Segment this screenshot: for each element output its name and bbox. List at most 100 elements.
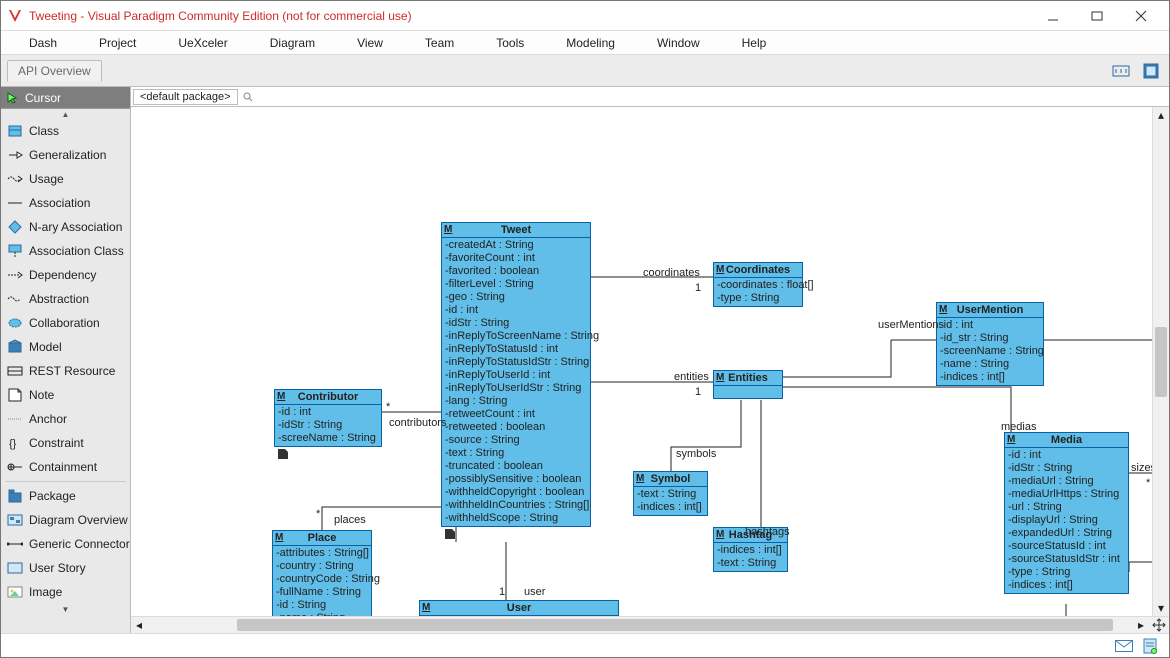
- palette-association[interactable]: Association: [1, 191, 130, 215]
- palette-image[interactable]: Image: [1, 580, 130, 604]
- vertical-scrollbar[interactable]: ▴ ▾: [1152, 107, 1169, 616]
- palette-anchor[interactable]: Anchor: [1, 407, 130, 431]
- maximize-button[interactable]: [1075, 2, 1119, 30]
- palette-rest-resource[interactable]: REST Resource: [1, 359, 130, 383]
- scroll-left-icon[interactable]: ◂: [131, 617, 147, 633]
- association-label: userMentions: [878, 319, 944, 331]
- class-user[interactable]: MUser-contributorsEnabled : boolean-crea…: [419, 600, 619, 616]
- class-entities[interactable]: MEntities: [713, 370, 783, 399]
- diagram-canvas[interactable]: MTweet-createdAt : String-favoriteCount …: [131, 107, 1152, 616]
- palette-containment[interactable]: Containment: [1, 455, 130, 479]
- class-attribute: -id : int: [940, 319, 1040, 332]
- palette-item-label: N-ary Association: [29, 220, 122, 234]
- menu-dash[interactable]: Dash: [19, 32, 67, 54]
- class-usermention[interactable]: MUserMention-id : int-id_str : String-sc…: [936, 302, 1044, 386]
- association-label: 1: [499, 586, 505, 598]
- palette-item-label: Constraint: [29, 436, 84, 450]
- menu-uexceler[interactable]: UeXceler: [168, 32, 237, 54]
- class-attribute: -text : String: [717, 557, 784, 570]
- scroll-up-icon[interactable]: ▴: [1153, 107, 1169, 123]
- palette-dependency[interactable]: Dependency: [1, 263, 130, 287]
- model-icon: [7, 339, 23, 355]
- class-place[interactable]: MPlace-attributes : String[]-country : S…: [272, 530, 372, 616]
- contain-icon: [7, 459, 23, 475]
- palette-constraint[interactable]: {}Constraint: [1, 431, 130, 455]
- menu-team[interactable]: Team: [415, 32, 464, 54]
- search-icon[interactable]: [242, 91, 254, 103]
- palette-item-label: Abstraction: [29, 292, 89, 306]
- palette-generic-connector[interactable]: Generic Connector: [1, 532, 130, 556]
- menu-help[interactable]: Help: [732, 32, 777, 54]
- palette-item-label: Association: [29, 196, 90, 210]
- scroll-thumb-vertical[interactable]: [1155, 327, 1167, 397]
- scroll-right-icon[interactable]: ▸: [1133, 617, 1149, 633]
- class-attribute: -retweetCount : int: [445, 408, 587, 421]
- palette-note[interactable]: Note: [1, 383, 130, 407]
- cursor-icon: [7, 92, 19, 104]
- reference-icon: [278, 448, 288, 462]
- palette-user-story[interactable]: User Story: [1, 556, 130, 580]
- class-attribute: -idStr : String: [445, 317, 587, 330]
- mail-icon[interactable]: [1115, 638, 1133, 654]
- breadcrumb-default-package[interactable]: <default package>: [133, 89, 238, 105]
- palette-item-label: Usage: [29, 172, 64, 186]
- assoc-icon: [7, 195, 23, 211]
- class-hashtag[interactable]: MHashtag-indices : int[]-text : String: [713, 527, 788, 572]
- app-logo-icon: [7, 8, 23, 24]
- association-label: 1: [695, 282, 701, 294]
- class-contributor[interactable]: MContributor-id : int-idStr : String-scr…: [274, 389, 382, 447]
- menu-view[interactable]: View: [347, 32, 393, 54]
- gc-icon: [7, 536, 23, 552]
- class-attribute: -indices : int[]: [717, 544, 784, 557]
- toolbar-glossary-icon[interactable]: [1109, 59, 1133, 83]
- palette-n-ary-association[interactable]: N-ary Association: [1, 215, 130, 239]
- menu-modeling[interactable]: Modeling: [556, 32, 625, 54]
- palette-model[interactable]: Model: [1, 335, 130, 359]
- tab-api-overview[interactable]: API Overview: [7, 60, 102, 82]
- class-tweet[interactable]: MTweet-createdAt : String-favoriteCount …: [441, 222, 591, 527]
- minimize-button[interactable]: [1031, 2, 1075, 30]
- menu-diagram[interactable]: Diagram: [260, 32, 325, 54]
- menu-project[interactable]: Project: [89, 32, 146, 54]
- pan-grip-icon[interactable]: [1149, 618, 1169, 632]
- class-attribute: -source : String: [445, 434, 587, 447]
- scroll-down-icon[interactable]: ▾: [1153, 600, 1169, 616]
- class-attribute: -inReplyToStatusIdStr : String: [445, 356, 587, 369]
- class-attribute: -id : String: [276, 599, 368, 612]
- palette-association-class[interactable]: Association Class: [1, 239, 130, 263]
- palette-scroll-up[interactable]: ▲: [1, 109, 130, 119]
- scroll-thumb-horizontal[interactable]: [237, 619, 1113, 631]
- palette-abstraction[interactable]: Abstraction: [1, 287, 130, 311]
- palette-item-label: Model: [29, 340, 62, 354]
- palette-diagram-overview[interactable]: Diagram Overview: [1, 508, 130, 532]
- class-attribute: -withheldInCountries : String[]: [445, 499, 587, 512]
- close-button[interactable]: [1119, 2, 1163, 30]
- class-coordinates[interactable]: MCoordinates-coordinates : float[]-type …: [713, 262, 803, 307]
- association-label: *: [1146, 477, 1150, 489]
- palette-item-label: Dependency: [29, 268, 96, 282]
- class-media[interactable]: MMedia-id : int-idStr : String-mediaUrl …: [1004, 432, 1129, 594]
- palette-collaboration[interactable]: Collaboration: [1, 311, 130, 335]
- menu-tools[interactable]: Tools: [486, 32, 534, 54]
- toolbar-layers-icon[interactable]: [1139, 59, 1163, 83]
- palette-item-label: Package: [29, 489, 76, 503]
- class-attribute: -sourceStatusId : int: [1008, 540, 1125, 553]
- rest-icon: [7, 363, 23, 379]
- menubar: Dash Project UeXceler Diagram View Team Tools M…: [1, 31, 1169, 55]
- class-attribute: -name : String: [940, 358, 1040, 371]
- horizontal-scrollbar[interactable]: ◂ ▸: [131, 616, 1169, 633]
- class-symbol[interactable]: MSymbol-text : String-indices : int[]: [633, 471, 708, 516]
- class-attribute: -expandedUrl : String: [1008, 527, 1125, 540]
- palette-cursor[interactable]: Cursor: [1, 87, 130, 109]
- association-label: user: [524, 586, 545, 598]
- palette-scroll-down[interactable]: ▼: [1, 604, 130, 614]
- menu-window[interactable]: Window: [647, 32, 710, 54]
- class-attribute: -withheldCopyright : boolean: [445, 486, 587, 499]
- palette-package[interactable]: Package: [1, 484, 130, 508]
- palette-class[interactable]: Class: [1, 119, 130, 143]
- palette-item-label: Association Class: [29, 244, 124, 258]
- class-attribute: -filterLevel : String: [445, 278, 587, 291]
- palette-usage[interactable]: Usage: [1, 167, 130, 191]
- note-status-icon[interactable]: [1141, 638, 1159, 654]
- palette-generalization[interactable]: Generalization: [1, 143, 130, 167]
